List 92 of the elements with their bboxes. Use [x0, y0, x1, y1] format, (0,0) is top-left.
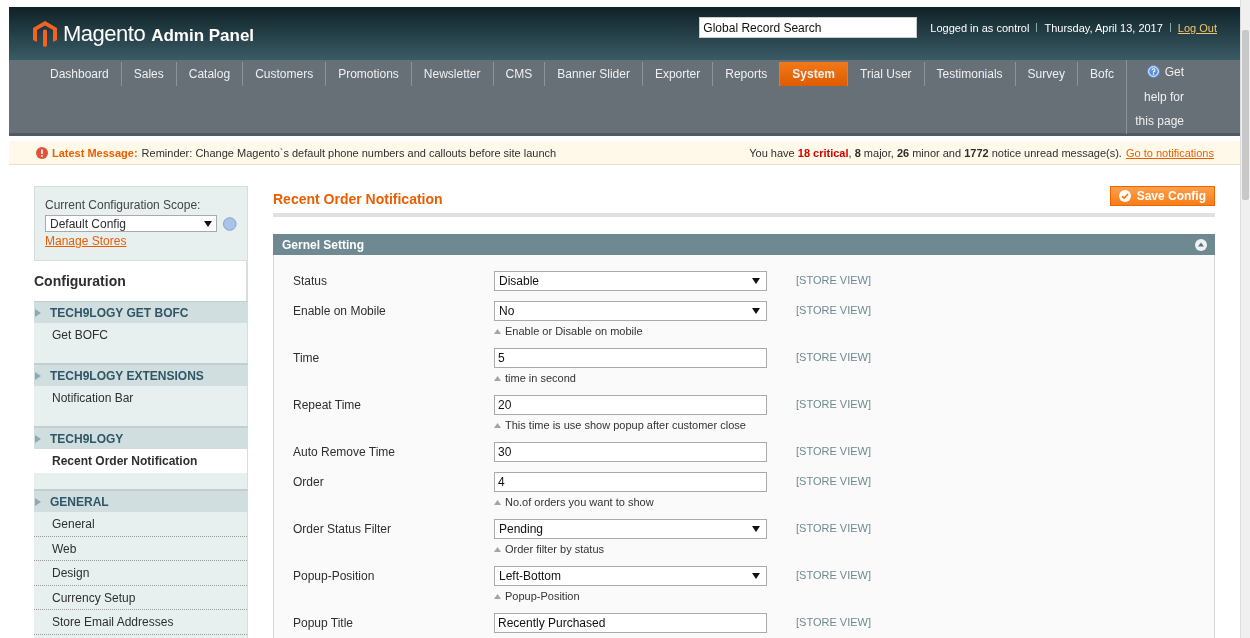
field-label: Auto Remove Time: [293, 444, 397, 459]
nav-item[interactable]: Exporter: [641, 62, 713, 86]
nav-item[interactable]: Banner Slider: [544, 62, 642, 86]
field-comment: Popup-Position: [505, 590, 580, 602]
page-title: Recent Order Notification: [273, 191, 443, 207]
sidebar-item[interactable]: Store Email Addresses: [34, 610, 247, 635]
field-label: Status: [293, 273, 329, 288]
triangle-icon: [494, 375, 501, 381]
caret-icon: [204, 220, 213, 227]
triangle-icon: [35, 434, 41, 443]
search-field[interactable]: Global Record Search: [699, 17, 918, 38]
caret-icon: [752, 308, 760, 314]
triangle-icon: [35, 371, 41, 380]
nav-item[interactable]: Bofc: [1076, 62, 1126, 86]
nav-item[interactable]: Testimonials: [923, 62, 1015, 86]
nav-item[interactable]: Promotions: [325, 62, 411, 86]
scope-dropdown[interactable]: Default Config: [45, 215, 218, 232]
triangle-icon: [494, 593, 501, 599]
input-field[interactable]: Recently Purchased: [494, 613, 767, 633]
logo-icon: [33, 21, 57, 47]
triangle-icon: [494, 422, 501, 428]
section-header[interactable]: TECH9LOGY: [34, 427, 248, 449]
triangle-icon: [35, 308, 41, 317]
sidebar-item[interactable]: Currency Setup: [34, 585, 247, 610]
sidebar-item[interactable]: Web: [34, 536, 247, 561]
scope-label: [STORE VIEW]: [796, 273, 871, 286]
field-label: Popup-Position: [293, 568, 376, 583]
dropdown-field[interactable]: No: [494, 301, 767, 321]
field-comment: Order filter by status: [505, 543, 605, 555]
section-header[interactable]: GENERAL: [34, 490, 248, 512]
help-link[interactable]: Get help for this page: [1126, 60, 1184, 134]
notifications-link[interactable]: Go to notifications: [1125, 146, 1214, 159]
field-comment: No.of orders you want to show: [505, 496, 654, 508]
dropdown-field[interactable]: Disable: [494, 271, 767, 291]
field-label: Enable on Mobile: [293, 303, 387, 318]
field-comment: time in second: [505, 372, 576, 384]
scope-label: [STORE VIEW]: [796, 350, 871, 363]
triangle-icon: [494, 546, 501, 552]
scope-label: [STORE VIEW]: [796, 397, 871, 410]
field-label: Popup Title: [293, 615, 355, 630]
scope-label: [STORE VIEW]: [796, 474, 871, 487]
section-header[interactable]: TECH9LOGY EXTENSIONS: [34, 364, 248, 386]
logo-text: Magento: [63, 21, 146, 47]
scope-label: [STORE VIEW]: [796, 568, 871, 581]
input-field[interactable]: 4: [494, 472, 767, 492]
fieldset-header[interactable]: Gernel Setting: [273, 234, 1215, 255]
scope-label: [STORE VIEW]: [796, 303, 871, 316]
nav-item[interactable]: Sales: [120, 62, 176, 86]
sidebar-heading: Configuration: [34, 261, 248, 301]
field-comment: Enable or Disable on mobile: [505, 325, 643, 337]
user-label: Logged in as control: [930, 21, 1030, 34]
alert-icon: [36, 146, 48, 159]
scope-label: [STORE VIEW]: [796, 521, 871, 534]
nav-item[interactable]: Survey: [1014, 62, 1077, 86]
caret-icon: [752, 278, 760, 284]
caret-icon: [752, 526, 760, 532]
check-icon: [1118, 190, 1131, 202]
logout-link[interactable]: Log Out: [1177, 21, 1217, 34]
caret-icon: [752, 573, 760, 579]
sidebar-item[interactable]: Recent Order Notification: [34, 449, 247, 473]
scope-label: [STORE VIEW]: [796, 444, 871, 457]
field-label: Order: [293, 474, 325, 489]
notification-summary: You have 18 critical, 8 major, 26 minor and 1772 notice unread message(s).: [749, 146, 1122, 159]
field-label: Order Status Filter: [293, 521, 393, 536]
message-label: Latest Message:: [52, 146, 138, 159]
field-label: Time: [293, 350, 321, 365]
input-field[interactable]: 30: [494, 442, 767, 462]
scope-label: Current Configuration Scope:: [45, 198, 202, 212]
field-label: Repeat Time: [293, 397, 363, 412]
nav-item[interactable]: Catalog: [175, 62, 243, 86]
sidebar-item[interactable]: General: [34, 512, 247, 537]
input-field[interactable]: 5: [494, 348, 767, 368]
nav-item[interactable]: Newsletter: [410, 62, 493, 86]
triangle-icon: [494, 328, 501, 334]
dropdown-field[interactable]: Left-Bottom: [494, 566, 767, 586]
section-header[interactable]: TECH9LOGY GET BOFC: [34, 301, 248, 323]
nav-item[interactable]: Trial User: [847, 62, 924, 86]
message-text: Reminder: Change Magento`s default phone numbers and callouts before site launch: [141, 146, 557, 159]
collapse-icon[interactable]: [1195, 238, 1207, 251]
dropdown-field[interactable]: Pending: [494, 519, 767, 539]
logo-subtitle: Admin Panel: [151, 26, 255, 46]
scope-label: [STORE VIEW]: [796, 615, 871, 628]
triangle-icon: [35, 497, 41, 506]
input-field[interactable]: 20: [494, 395, 767, 415]
nav-item[interactable]: CMS: [492, 62, 545, 86]
triangle-icon: [494, 499, 501, 505]
sidebar-item[interactable]: Design: [34, 561, 247, 586]
nav-item[interactable]: Customers: [242, 62, 326, 86]
nav-item[interactable]: Dashboard: [38, 62, 121, 86]
field-comment: This time is use show popup after customer close: [505, 419, 746, 431]
manage-stores-link[interactable]: Manage Stores: [45, 234, 127, 248]
date-label: Thursday, April 13, 2017: [1044, 21, 1163, 34]
